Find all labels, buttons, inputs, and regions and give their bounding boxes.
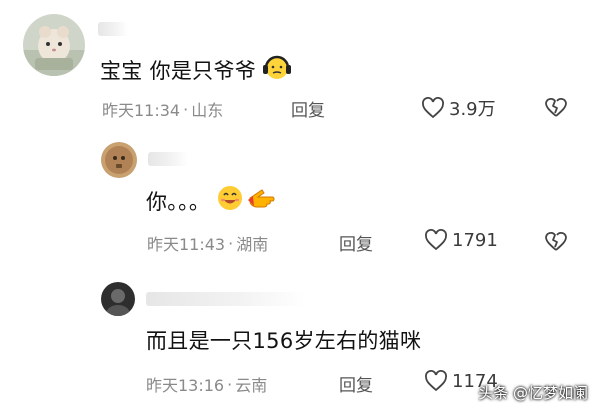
comment-location: 云南 (235, 376, 268, 395)
reply-button[interactable]: 回复 (339, 230, 373, 255)
hamster-avatar-icon (23, 14, 85, 76)
comment-text: 你。。。 (146, 184, 276, 217)
separator-dot: · (228, 233, 234, 253)
comment-location: 山东 (191, 101, 224, 120)
smile-emoji (216, 184, 244, 217)
broken-heart-icon (545, 232, 567, 251)
avatar[interactable] (101, 282, 135, 316)
comment-meta: 昨天11:43 · 湖南 (147, 231, 268, 255)
heart-icon (425, 370, 447, 392)
comment-time: 昨天11:43 (147, 235, 226, 254)
comment-text: 宝宝 你是只爷爷 (100, 52, 292, 87)
avatar[interactable] (23, 14, 85, 76)
comment-location: 湖南 (236, 235, 269, 254)
comment-2: 你。。。 昨天11:43 · 湖南 回复 1791 (0, 130, 600, 270)
dislike-button[interactable] (543, 229, 569, 257)
comment-time: 昨天13:16 (146, 376, 225, 395)
broken-heart-icon (545, 98, 567, 117)
comment-time: 昨天11:34 (102, 101, 181, 120)
comment-1: 宝宝 你是只爷爷 昨天11:34 · 山东 回复 3.9万 (0, 0, 600, 130)
headphone-face-emoji (262, 52, 292, 87)
comment-text-body: 而且是一只156岁左右的猫咪 (146, 329, 422, 353)
separator-dot: · (227, 374, 233, 394)
like-button[interactable]: 3.9万 (421, 95, 496, 121)
comment-text: 而且是一只156岁左右的猫咪 (146, 325, 421, 355)
dislike-button[interactable] (543, 95, 569, 123)
heart-icon (425, 229, 447, 251)
separator-dot: · (183, 99, 189, 119)
reply-button[interactable]: 回复 (291, 96, 325, 121)
comment-meta: 昨天11:34 · 山东 (102, 97, 223, 121)
comment-text-body: 你。。。 (146, 189, 211, 214)
like-count: 3.9万 (449, 99, 496, 120)
like-button[interactable]: 1791 (424, 229, 498, 251)
avatar-icon (101, 282, 135, 316)
pointing-hand-emoji (246, 184, 276, 217)
username-blurred[interactable] (98, 22, 128, 36)
watermark: 头条 @忆梦如阑 (478, 384, 588, 402)
avatar[interactable] (101, 142, 137, 178)
username-blurred[interactable] (148, 152, 188, 166)
comment-meta: 昨天13:16 · 云南 (146, 372, 267, 396)
avatar-icon (101, 142, 137, 178)
reply-button[interactable]: 回复 (339, 371, 373, 396)
username-blurred[interactable] (146, 292, 306, 306)
heart-icon (422, 97, 444, 119)
like-count: 1791 (452, 229, 498, 251)
comment-text-body: 宝宝 你是只爷爷 (100, 58, 257, 83)
